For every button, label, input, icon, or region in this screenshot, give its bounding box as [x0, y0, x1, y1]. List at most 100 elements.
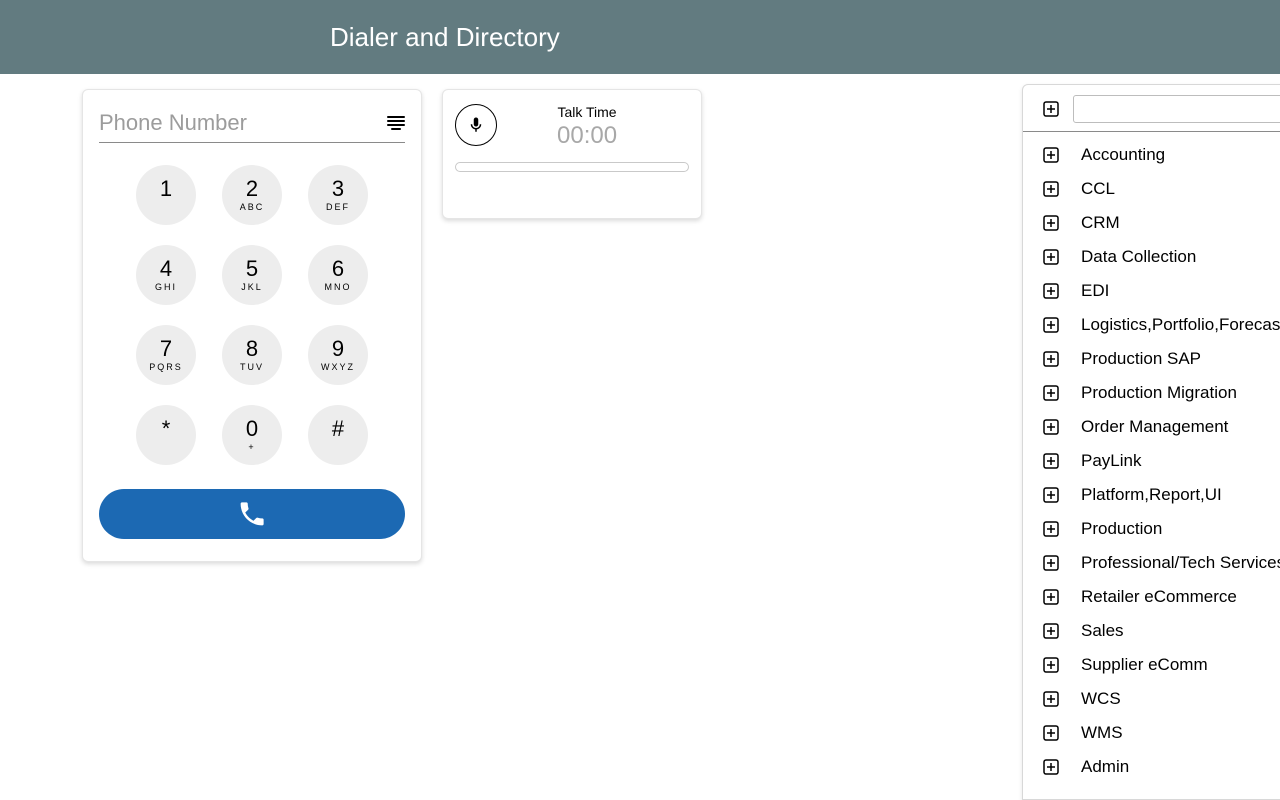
keypad: 1 2 ABC 3 DEF 4GHI 5 JKL 6MNO 7 PQRS 8 TUV 9 WXYZ * 0+ #	[99, 159, 405, 465]
directory-item-label: Production SAP	[1081, 349, 1201, 369]
keypad-key-2[interactable]: 2 ABC	[222, 165, 282, 225]
keypad-digit: 8	[246, 338, 258, 360]
expand-icon[interactable]	[1043, 725, 1059, 741]
directory-item[interactable]: CCL	[1043, 172, 1280, 206]
phone-input-row	[99, 108, 405, 143]
directory-item-label: Platform,Report,UI	[1081, 485, 1222, 505]
keypad-key-4[interactable]: 4GHI	[136, 245, 196, 305]
directory-item-label: CCL	[1081, 179, 1115, 199]
phone-number-input[interactable]	[99, 108, 387, 138]
keypad-digit: #	[332, 418, 344, 440]
directory-item-label: Order Management	[1081, 417, 1228, 437]
directory-item[interactable]: Logistics,Portfolio,Forecasting	[1043, 308, 1280, 342]
directory-item[interactable]: Supplier eComm	[1043, 648, 1280, 682]
keypad-digit: 5	[246, 258, 258, 280]
expand-all-icon[interactable]	[1043, 101, 1059, 117]
talk-time-card: Talk Time 00:00	[442, 89, 702, 219]
keypad-letters: PQRS	[149, 362, 183, 372]
keypad-digit: 3	[332, 178, 344, 200]
expand-icon[interactable]	[1043, 419, 1059, 435]
directory-panel: Accounting CCL CRM Data Collection EDI Logist…	[1022, 84, 1280, 800]
expand-icon[interactable]	[1043, 691, 1059, 707]
expand-icon[interactable]	[1043, 317, 1059, 333]
directory-item[interactable]: Production SAP	[1043, 342, 1280, 376]
expand-icon[interactable]	[1043, 555, 1059, 571]
keypad-letters: MNO	[325, 282, 352, 292]
keypad-digit: 0	[246, 418, 258, 440]
expand-icon[interactable]	[1043, 147, 1059, 163]
keypad-key-#[interactable]: #	[308, 405, 368, 465]
keypad-letters: JKL	[241, 282, 263, 292]
directory-item[interactable]: Professional/Tech Services	[1043, 546, 1280, 580]
keypad-key-7[interactable]: 7 PQRS	[136, 325, 196, 385]
page-title: Dialer and Directory	[330, 22, 560, 53]
directory-item[interactable]: Data Collection	[1043, 240, 1280, 274]
directory-item-label: Retailer eCommerce	[1081, 587, 1237, 607]
keypad-digit: 1	[160, 178, 172, 200]
expand-icon[interactable]	[1043, 181, 1059, 197]
directory-item[interactable]: CRM	[1043, 206, 1280, 240]
directory-item[interactable]: EDI	[1043, 274, 1280, 308]
expand-icon[interactable]	[1043, 487, 1059, 503]
keypad-digit: 7	[160, 338, 172, 360]
expand-icon[interactable]	[1043, 385, 1059, 401]
directory-item-label: EDI	[1081, 281, 1109, 301]
directory-search-row	[1023, 85, 1280, 132]
directory-item-label: Production Migration	[1081, 383, 1237, 403]
directory-item[interactable]: PayLink	[1043, 444, 1280, 478]
directory-item-label: Logistics,Portfolio,Forecasting	[1081, 315, 1280, 335]
directory-item-label: Sales	[1081, 621, 1124, 641]
keypad-key-*[interactable]: *	[136, 405, 196, 465]
keypad-key-6[interactable]: 6MNO	[308, 245, 368, 305]
keypad-letters: TUV	[240, 362, 264, 372]
keypad-digit: 4	[160, 258, 172, 280]
topbar: Dialer and Directory	[0, 0, 1280, 74]
expand-icon[interactable]	[1043, 759, 1059, 775]
phone-history-icon[interactable]	[387, 114, 405, 132]
keypad-letters: ABC	[240, 202, 265, 212]
microphone-icon	[467, 114, 485, 136]
directory-item[interactable]: WMS	[1043, 716, 1280, 750]
keypad-key-5[interactable]: 5 JKL	[222, 245, 282, 305]
expand-icon[interactable]	[1043, 283, 1059, 299]
dialer-card: 1 2 ABC 3 DEF 4GHI 5 JKL 6MNO 7 PQRS 8 TUV 9 WXYZ * 0+ #	[82, 89, 422, 562]
directory-item[interactable]: Order Management	[1043, 410, 1280, 444]
talk-time-value: 00:00	[557, 122, 617, 150]
expand-icon[interactable]	[1043, 521, 1059, 537]
directory-item-label: Supplier eComm	[1081, 655, 1208, 675]
directory-item[interactable]: Platform,Report,UI	[1043, 478, 1280, 512]
expand-icon[interactable]	[1043, 657, 1059, 673]
expand-icon[interactable]	[1043, 453, 1059, 469]
keypad-digit: 9	[332, 338, 344, 360]
directory-item-label: Accounting	[1081, 145, 1165, 165]
keypad-digit: 2	[246, 178, 258, 200]
directory-search-input[interactable]	[1073, 95, 1280, 123]
expand-icon[interactable]	[1043, 351, 1059, 367]
directory-item[interactable]: Production Migration	[1043, 376, 1280, 410]
talk-time-progress	[455, 162, 689, 172]
talk-time-label: Talk Time	[557, 104, 617, 120]
directory-item[interactable]: WCS	[1043, 682, 1280, 716]
keypad-key-8[interactable]: 8 TUV	[222, 325, 282, 385]
directory-item[interactable]: Admin	[1043, 750, 1280, 784]
keypad-digit: *	[162, 418, 171, 440]
expand-icon[interactable]	[1043, 589, 1059, 605]
keypad-letters: DEF	[326, 202, 350, 212]
directory-item[interactable]: Production	[1043, 512, 1280, 546]
directory-item[interactable]: Sales	[1043, 614, 1280, 648]
microphone-button[interactable]	[455, 104, 497, 146]
directory-list: Accounting CCL CRM Data Collection EDI Logist…	[1023, 132, 1280, 784]
directory-item[interactable]: Retailer eCommerce	[1043, 580, 1280, 614]
directory-item-label: Data Collection	[1081, 247, 1196, 267]
keypad-letters: WXYZ	[321, 362, 355, 372]
keypad-key-9[interactable]: 9 WXYZ	[308, 325, 368, 385]
phone-icon	[237, 499, 267, 529]
keypad-key-3[interactable]: 3 DEF	[308, 165, 368, 225]
keypad-key-0[interactable]: 0+	[222, 405, 282, 465]
expand-icon[interactable]	[1043, 249, 1059, 265]
keypad-key-1[interactable]: 1	[136, 165, 196, 225]
call-button[interactable]	[99, 489, 405, 539]
expand-icon[interactable]	[1043, 623, 1059, 639]
directory-item[interactable]: Accounting	[1043, 138, 1280, 172]
expand-icon[interactable]	[1043, 215, 1059, 231]
